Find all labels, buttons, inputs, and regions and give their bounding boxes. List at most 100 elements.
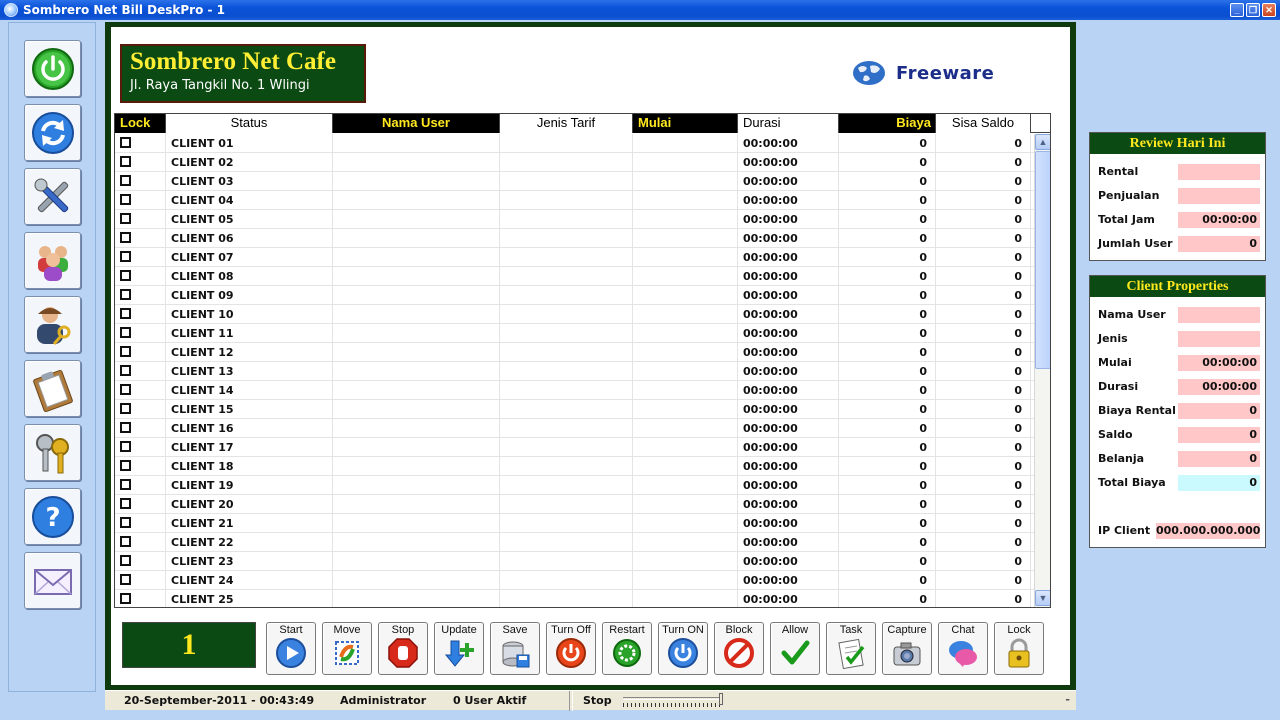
lock-checkbox[interactable] <box>120 574 131 585</box>
belanja-value: 0 <box>1178 451 1260 467</box>
jenis-tarif-cell <box>500 533 633 552</box>
lock-checkbox[interactable] <box>120 232 131 243</box>
table-row[interactable]: CLIENT 01 00:00:00 0 0 <box>115 134 1034 153</box>
table-row[interactable]: CLIENT 05 00:00:00 0 0 <box>115 210 1034 229</box>
status-cell: CLIENT 08 <box>166 267 333 286</box>
lock-checkbox[interactable] <box>120 403 131 414</box>
users-button[interactable] <box>24 232 81 289</box>
table-row[interactable]: CLIENT 24 00:00:00 0 0 <box>115 571 1034 590</box>
task-button[interactable]: Task <box>826 622 876 675</box>
lock-checkbox[interactable] <box>120 327 131 338</box>
table-row[interactable]: CLIENT 02 00:00:00 0 0 <box>115 153 1034 172</box>
table-row[interactable]: CLIENT 18 00:00:00 0 0 <box>115 457 1034 476</box>
table-row[interactable]: CLIENT 08 00:00:00 0 0 <box>115 267 1034 286</box>
biaya-cell: 0 <box>839 571 936 590</box>
col-status-header[interactable]: Status <box>166 114 333 133</box>
lock-checkbox[interactable] <box>120 384 131 395</box>
table-row[interactable]: CLIENT 11 00:00:00 0 0 <box>115 324 1034 343</box>
col-mulai-header[interactable]: Mulai <box>633 114 738 133</box>
table-row[interactable]: CLIENT 15 00:00:00 0 0 <box>115 400 1034 419</box>
lock-checkbox[interactable] <box>120 555 131 566</box>
chat-button[interactable]: Chat <box>938 622 988 675</box>
capture-button[interactable]: Capture <box>882 622 932 675</box>
move-button[interactable]: Move <box>322 622 372 675</box>
col-biaya-header[interactable]: Biaya <box>839 114 936 133</box>
admin-button[interactable] <box>24 296 81 353</box>
status-slider[interactable] <box>623 693 723 708</box>
table-row[interactable]: CLIENT 03 00:00:00 0 0 <box>115 172 1034 191</box>
col-durasi-header[interactable]: Durasi <box>738 114 839 133</box>
allow-button[interactable]: Allow <box>770 622 820 675</box>
turn-on-button[interactable]: Turn ON <box>658 622 708 675</box>
table-row[interactable]: CLIENT 21 00:00:00 0 0 <box>115 514 1034 533</box>
stop-button[interactable]: Stop <box>378 622 428 675</box>
lock-checkbox[interactable] <box>120 346 131 357</box>
lock-checkbox[interactable] <box>120 593 131 604</box>
help-button[interactable]: ? <box>24 488 81 545</box>
lock-checkbox[interactable] <box>120 213 131 224</box>
lock-checkbox[interactable] <box>120 251 131 262</box>
table-row[interactable]: CLIENT 04 00:00:00 0 0 <box>115 191 1034 210</box>
message-button[interactable] <box>24 552 81 609</box>
lock-checkbox[interactable] <box>120 422 131 433</box>
lock-checkbox[interactable] <box>120 289 131 300</box>
table-row[interactable]: CLIENT 14 00:00:00 0 0 <box>115 381 1034 400</box>
grid-scrollbar[interactable]: ▲ ▼ <box>1034 134 1050 607</box>
refresh-button[interactable] <box>24 104 81 161</box>
client-grid[interactable]: Lock Status Nama User Jenis Tarif Mulai … <box>114 113 1051 608</box>
scroll-thumb[interactable] <box>1035 151 1050 369</box>
turn-off-button[interactable]: Turn Off <box>546 622 596 675</box>
mulai-cell <box>633 172 738 191</box>
lock-checkbox[interactable] <box>120 441 131 452</box>
lock-checkbox[interactable] <box>120 175 131 186</box>
table-row[interactable]: CLIENT 17 00:00:00 0 0 <box>115 438 1034 457</box>
table-row[interactable]: CLIENT 13 00:00:00 0 0 <box>115 362 1034 381</box>
update-button[interactable]: Update <box>434 622 484 675</box>
table-row[interactable]: CLIENT 25 00:00:00 0 0 <box>115 590 1034 607</box>
table-row[interactable]: CLIENT 10 00:00:00 0 0 <box>115 305 1034 324</box>
table-row[interactable]: CLIENT 16 00:00:00 0 0 <box>115 419 1034 438</box>
col-jenis-tarif-header[interactable]: Jenis Tarif <box>500 114 633 133</box>
report-button[interactable] <box>24 360 81 417</box>
settings-button[interactable] <box>24 168 81 225</box>
lock-checkbox[interactable] <box>120 365 131 376</box>
table-row[interactable]: CLIENT 07 00:00:00 0 0 <box>115 248 1034 267</box>
lock-button[interactable]: Lock <box>994 622 1044 675</box>
close-button[interactable]: ✕ <box>1262 3 1276 17</box>
slider-knob[interactable] <box>719 693 723 705</box>
table-row[interactable]: CLIENT 19 00:00:00 0 0 <box>115 476 1034 495</box>
lock-checkbox[interactable] <box>120 270 131 281</box>
biaya-cell: 0 <box>839 438 936 457</box>
move-icon <box>335 641 359 665</box>
start-button[interactable]: Start <box>266 622 316 675</box>
col-lock-header[interactable]: Lock <box>115 114 166 133</box>
lock-checkbox[interactable] <box>120 137 131 148</box>
play-icon <box>276 638 306 668</box>
table-row[interactable]: CLIENT 20 00:00:00 0 0 <box>115 495 1034 514</box>
minimize-button[interactable]: _ <box>1230 3 1244 17</box>
col-nama-user-header[interactable]: Nama User <box>333 114 500 133</box>
col-sisa-saldo-header[interactable]: Sisa Saldo <box>936 114 1031 133</box>
lock-checkbox[interactable] <box>120 479 131 490</box>
table-row[interactable]: CLIENT 09 00:00:00 0 0 <box>115 286 1034 305</box>
restore-button[interactable]: ❐ <box>1246 3 1260 17</box>
lock-checkbox[interactable] <box>120 517 131 528</box>
lock-checkbox[interactable] <box>120 460 131 471</box>
table-row[interactable]: CLIENT 06 00:00:00 0 0 <box>115 229 1034 248</box>
lock-checkbox[interactable] <box>120 156 131 167</box>
table-row[interactable]: CLIENT 23 00:00:00 0 0 <box>115 552 1034 571</box>
scroll-up-button[interactable]: ▲ <box>1035 134 1050 150</box>
restart-button[interactable]: Restart <box>602 622 652 675</box>
table-row[interactable]: CLIENT 22 00:00:00 0 0 <box>115 533 1034 552</box>
scroll-down-button[interactable]: ▼ <box>1035 590 1050 606</box>
keys-button[interactable] <box>24 424 81 481</box>
lock-cell <box>115 381 166 400</box>
lock-checkbox[interactable] <box>120 536 131 547</box>
block-button[interactable]: Block <box>714 622 764 675</box>
save-button[interactable]: Save <box>490 622 540 675</box>
lock-checkbox[interactable] <box>120 194 131 205</box>
table-row[interactable]: CLIENT 12 00:00:00 0 0 <box>115 343 1034 362</box>
power-button[interactable] <box>24 40 81 97</box>
lock-checkbox[interactable] <box>120 308 131 319</box>
lock-checkbox[interactable] <box>120 498 131 509</box>
